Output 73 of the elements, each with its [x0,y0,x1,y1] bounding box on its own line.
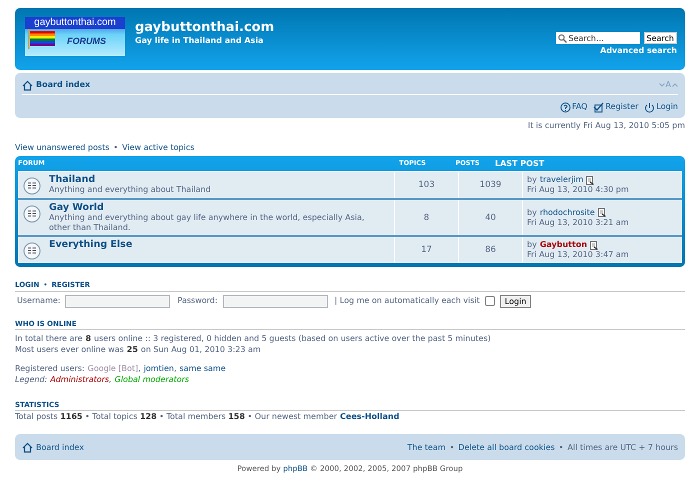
forum-read-icon [23,205,41,224]
author-link[interactable]: rhodochrosite [540,208,595,218]
chevron-down-icon [658,83,665,87]
search-icon [558,34,567,42]
view-post-icon[interactable] [586,176,594,185]
topics-count: 17 [394,237,458,264]
site-description: Gay life in Thailand and Asia [135,36,264,46]
current-time: It is currently Fri Aug 13, 2010 5:05 pm [526,121,685,131]
logo-text: gaybuttonthai.com [25,17,125,29]
registered-users-label: Registered users: [15,362,85,374]
footer-link[interactable]: The team [407,442,446,452]
nav-link[interactable]: FAQ [560,102,588,112]
remember-checkbox[interactable] [484,296,495,306]
username-field[interactable] [65,294,170,308]
online-info-text: Most users ever online was 25 on Sun Aug 01, 2010 3:23 am [15,344,262,355]
search-button[interactable]: Search [644,32,677,44]
by-label: by [527,208,537,218]
footer-link[interactable]: Delete all board cookies [458,442,555,452]
logo[interactable]: gaybuttonthai.com FORUMS [25,17,125,56]
comma-separator: , [138,362,141,374]
online-info-text: In total there are 8 users online :: 3 registered, 0 hidden and 5 guests (based on users active over the past 5 minutes) [15,332,492,344]
breadcrumb-link[interactable]: Board index [22,442,84,453]
forum-read-icon [23,177,41,196]
home-icon [22,80,33,90]
search-field[interactable]: Search… [556,32,640,44]
newest-member-link[interactable]: Cees-Holland [340,411,400,422]
forum-title-link[interactable]: Gay World [49,202,379,214]
posts-count: 86 [458,237,522,264]
password-field[interactable] [222,294,328,308]
user-link[interactable]: jomtien [144,362,174,374]
remember-label: | Log me on automatically each visit [334,296,480,306]
last-post-time: Fri Aug 13, 2010 4:30 pm [527,185,630,196]
password-label: Password: [177,296,218,306]
comma-separator: , [174,362,176,374]
power-icon [644,102,656,112]
bullet-separator: • [113,142,118,152]
quick-link[interactable]: View active topics [122,142,194,152]
question-icon [560,102,571,112]
nav-link[interactable]: Login [644,102,678,112]
site-title: gaybuttonthai.com [135,20,274,36]
quick-link[interactable]: View unanswered posts [15,142,110,152]
chevron-up-icon [672,83,678,87]
last-post-time: Fri Aug 13, 2010 3:21 am [527,218,630,228]
login-button[interactable]: Login [500,294,532,308]
last-post-time: Fri Aug 13, 2010 3:47 am [527,250,630,260]
comma-separator: , [109,374,112,385]
nav-link[interactable]: Register [593,102,638,112]
legend-label: Legend: [15,374,48,385]
forum-title-link[interactable]: Everything Else [49,239,132,250]
column-header: LAST POST [495,158,546,169]
bullet-separator: • [450,442,454,452]
forum-description: Anything and everything about gay life anywhere in the world, especially Asia, other than Thailand. [49,213,366,232]
forum-description: Anything and everything about Thailand [49,185,212,195]
rainbow-flag-icon [27,29,57,49]
statistics-text: Total posts 1165 • Total topics 128 • Total members 158 • Our newest member [15,411,338,422]
by-label: by [527,175,537,186]
breadcrumb-link[interactable]: Board index [22,80,90,90]
view-post-icon[interactable] [598,208,606,218]
search-input[interactable]: Search… [568,34,635,42]
by-label: by [527,240,537,250]
forum-read-icon [23,242,41,260]
forum-title-link[interactable]: Thailand [49,174,379,186]
info-text: All times are UTC + 7 hours [568,442,678,452]
username-label: Username: [17,296,60,306]
user-link[interactable]: same same [180,362,226,374]
view-post-icon[interactable] [590,240,598,250]
author-link[interactable]: travelerjim [540,175,584,186]
author-link[interactable]: Gaybutton [540,240,588,250]
group-link[interactable]: Administrators [50,374,110,385]
logo-caption: FORUMS [67,36,106,48]
bullet-separator: • [558,442,564,452]
home-icon [22,442,33,453]
checkmark-icon [593,102,604,112]
